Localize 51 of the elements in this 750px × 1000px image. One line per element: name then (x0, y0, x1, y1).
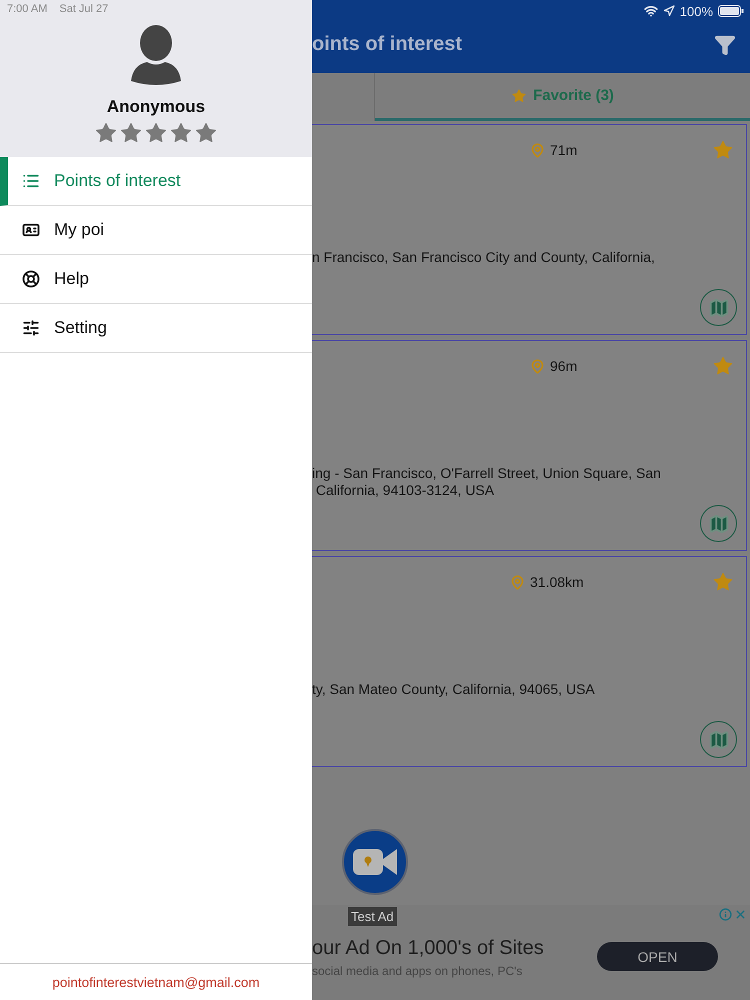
status-date: Sat Jul 27 (59, 3, 108, 17)
map-button[interactable] (700, 505, 737, 542)
filter-icon[interactable] (714, 34, 736, 56)
pin-icon (530, 358, 545, 374)
open-button[interactable]: OPEN (597, 942, 718, 971)
video-camera-icon (353, 847, 397, 877)
rating-star-icon (94, 121, 118, 145)
close-icon[interactable] (734, 908, 747, 921)
address-text: ing - San Francisco, O'Farrell Street, Union Square, San California, 94103-3124, USA (312, 465, 662, 499)
address-text: n Francisco, San Francisco City and County, California, (312, 249, 656, 266)
location-arrow-icon (662, 5, 675, 17)
distance-text: 96m (550, 358, 578, 374)
test-ad-label: Test Ad (348, 907, 397, 926)
star-icon (511, 88, 528, 104)
poi-card[interactable]: 71m n Francisco, San Francisco City and County, California, (312, 124, 747, 335)
contact-email[interactable]: pointofinterestvietnam@gmail.com (52, 974, 260, 990)
pin-icon (510, 574, 525, 590)
status-time: 7:00 AM (7, 3, 48, 17)
list-icon (22, 172, 40, 190)
favorite-star-icon[interactable] (712, 571, 734, 593)
wifi-icon (644, 4, 658, 18)
ad-headline: our Ad On 1,000's of Sites (312, 937, 545, 960)
rating-star-icon (194, 121, 218, 145)
battery-icon (718, 5, 744, 17)
menu-item[interactable]: Help (0, 255, 312, 304)
map-icon (708, 728, 730, 750)
map-button[interactable] (700, 721, 737, 758)
map-icon (708, 512, 730, 534)
favorite-star-icon[interactable] (712, 355, 734, 377)
pin-icon (530, 142, 545, 158)
favorite-star-icon[interactable] (712, 139, 734, 161)
poi-card[interactable]: 96m ing - San Francisco, O'Farrell Street, Union Square, San California, 94103-3124, USA (312, 340, 747, 551)
rating-star-icon (144, 121, 168, 145)
poi-card[interactable]: 31.08km ty, San Mateo County, California, 94065, USA (312, 556, 747, 767)
battery-percent: 100% (680, 4, 713, 18)
screen-title: oints of interest (312, 33, 462, 56)
distance-text: 71m (550, 142, 578, 158)
rating-star-icon (119, 121, 143, 145)
info-icon[interactable] (719, 908, 732, 921)
lifebuoy-icon (22, 270, 40, 288)
user-name: Anonymous (106, 97, 206, 117)
map-icon (708, 296, 730, 318)
address-text: ty, San Mateo County, California, 94065, USA (312, 681, 596, 698)
rating-star-icon (169, 121, 193, 145)
distance-text: 31.08km (530, 574, 584, 590)
menu-item[interactable]: Setting (0, 304, 312, 353)
menu-item[interactable]: My poi (0, 206, 312, 255)
sliders-icon (22, 319, 40, 337)
user-avatar-icon (129, 25, 183, 87)
id-card-icon (22, 221, 40, 239)
map-button[interactable] (700, 289, 737, 326)
